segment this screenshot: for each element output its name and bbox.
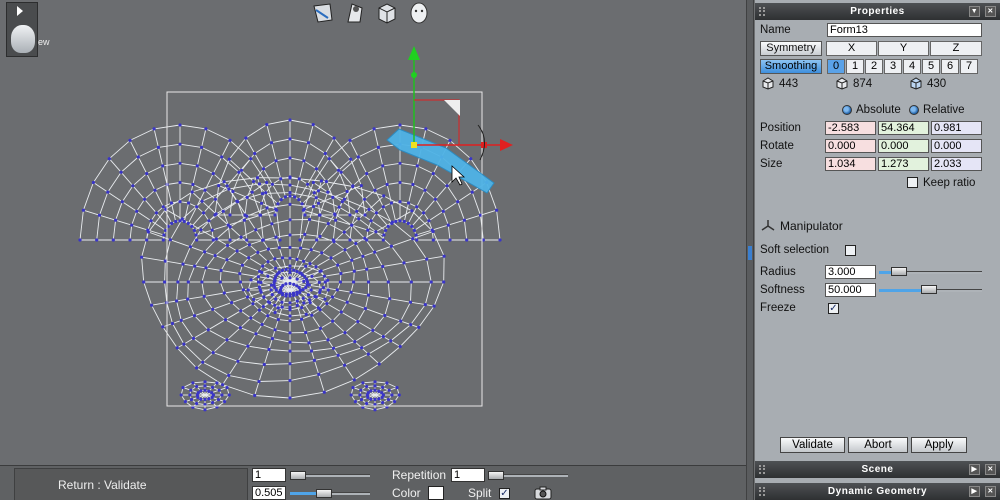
smoothing-level-0[interactable]: 0 (827, 59, 845, 74)
size-y-field[interactable]: 1.273 (878, 157, 929, 171)
validate-button[interactable]: Validate (780, 437, 845, 453)
dynamic-geometry-panel-header[interactable]: Dynamic Geometry ▶ ✕ (755, 483, 1000, 500)
properties-panel: Properties ▼ ✕ Name Form13 Symmetry X Y … (755, 0, 1000, 500)
repetition-slider-knob[interactable] (488, 471, 504, 480)
close-icon[interactable]: ✕ (985, 6, 996, 17)
head-view-icon[interactable] (406, 0, 432, 26)
cube-view-icon[interactable] (374, 0, 400, 26)
size-label: Size (760, 158, 783, 170)
value1-input[interactable]: 1 (252, 468, 286, 482)
camera-icon[interactable] (534, 486, 552, 500)
smoothing-level-1[interactable]: 1 (846, 59, 864, 74)
softness-label: Softness (760, 284, 805, 296)
head-view-icon (11, 25, 35, 53)
bounding-box (166, 91, 483, 407)
symmetry-button[interactable]: Symmetry (760, 41, 822, 56)
position-y-field[interactable]: 54.364 (878, 121, 929, 135)
smoothing-level-4[interactable]: 4 (903, 59, 921, 74)
repetition-label: Repetition (392, 468, 447, 482)
color-label: Color (392, 486, 421, 500)
return-validate-hint: Return : Validate (14, 468, 248, 500)
smoothing-level-2[interactable]: 2 (865, 59, 883, 74)
freeze-checkbox[interactable]: ✓ (828, 303, 839, 314)
name-label: Name (760, 24, 791, 36)
edge-count-icon (836, 77, 848, 90)
size-z-field[interactable]: 2.033 (931, 157, 982, 171)
face-count-icon (910, 77, 922, 90)
edge-count: 874 (853, 78, 873, 90)
absolute-label: Absolute (856, 104, 901, 116)
vertex-count-icon (762, 77, 774, 90)
radius-slider-fill (879, 271, 891, 274)
color-swatch[interactable] (428, 486, 444, 500)
rotate-y-field[interactable]: 0.000 (878, 139, 929, 153)
smoothing-level-5[interactable]: 5 (922, 59, 940, 74)
repetition-input[interactable]: 1 (451, 468, 485, 482)
softness-field[interactable]: 50.000 (825, 283, 876, 297)
symmetry-z-button[interactable]: Z (930, 41, 982, 56)
split-checkbox[interactable]: ✓ (499, 488, 510, 499)
panel-splitter[interactable] (746, 0, 754, 500)
softness-slider-fill (879, 289, 921, 292)
scene-panel-title: Scene (861, 464, 894, 475)
rotate-label: Rotate (760, 140, 794, 152)
3d-viewport[interactable]: ew (0, 0, 746, 465)
keep-ratio-label: Keep ratio (923, 177, 976, 189)
keep-ratio-checkbox[interactable] (907, 177, 918, 188)
softness-slider-knob[interactable] (921, 285, 937, 294)
freeze-label: Freeze (760, 302, 796, 314)
smoothing-level-3[interactable]: 3 (884, 59, 902, 74)
radius-slider-knob[interactable] (891, 267, 907, 276)
symmetry-y-button[interactable]: Y (878, 41, 929, 56)
smoothing-level-7[interactable]: 7 (960, 59, 978, 74)
radius-label: Radius (760, 266, 796, 278)
size-x-field[interactable]: 1.034 (825, 157, 876, 171)
close-icon[interactable]: ✕ (985, 486, 996, 497)
name-field[interactable]: Form13 (827, 23, 982, 37)
drag-grip-icon[interactable] (759, 487, 765, 496)
view-thumbnail-button[interactable] (6, 2, 38, 57)
manipulator-label: Manipulator (780, 219, 843, 233)
bottom-toolbar: Return : Validate 1 0.505 Repetition 1 C… (0, 465, 746, 500)
properties-header[interactable]: Properties ▼ ✕ (755, 3, 1000, 20)
play-icon[interactable] (17, 6, 23, 16)
value2-input[interactable]: 0.505 (252, 486, 286, 500)
splitter-grip[interactable] (748, 246, 752, 260)
scene-panel-header[interactable]: Scene ▶ ✕ (755, 461, 1000, 478)
view-label: ew (38, 37, 50, 47)
soft-selection-label: Soft selection (760, 244, 830, 256)
position-x-field[interactable]: -2.583 (825, 121, 876, 135)
absolute-radio[interactable] (842, 105, 852, 115)
expand-icon[interactable]: ▶ (969, 464, 980, 475)
value1-slider-knob[interactable] (290, 471, 306, 480)
mesh-canvas[interactable] (0, 0, 746, 465)
collapse-icon[interactable]: ▼ (969, 6, 980, 17)
manipulator-icon (761, 220, 775, 231)
properties-title: Properties (850, 6, 905, 17)
radius-field[interactable]: 3.000 (825, 265, 876, 279)
walk-view-icon[interactable] (342, 0, 368, 26)
vertex-count: 443 (779, 78, 799, 90)
apply-button[interactable]: Apply (911, 437, 967, 453)
position-z-field[interactable]: 0.981 (931, 121, 982, 135)
face-count: 430 (927, 78, 947, 90)
close-icon[interactable]: ✕ (985, 464, 996, 475)
drag-grip-icon[interactable] (759, 7, 765, 16)
position-label: Position (760, 122, 801, 134)
rotate-view-icon[interactable] (310, 0, 336, 26)
smoothing-button[interactable]: Smoothing (760, 59, 822, 74)
rotate-x-field[interactable]: 0.000 (825, 139, 876, 153)
expand-icon[interactable]: ▶ (969, 486, 980, 497)
smoothing-level-6[interactable]: 6 (941, 59, 959, 74)
dynamic-geometry-panel-title: Dynamic Geometry (827, 486, 928, 497)
soft-selection-checkbox[interactable] (845, 245, 856, 256)
relative-radio[interactable] (909, 105, 919, 115)
split-label: Split (468, 486, 492, 500)
rotate-z-field[interactable]: 0.000 (931, 139, 982, 153)
value2-slider-knob[interactable] (316, 489, 332, 498)
symmetry-x-button[interactable]: X (826, 41, 877, 56)
drag-grip-icon[interactable] (759, 465, 765, 474)
relative-label: Relative (923, 104, 965, 116)
abort-button[interactable]: Abort (848, 437, 908, 453)
